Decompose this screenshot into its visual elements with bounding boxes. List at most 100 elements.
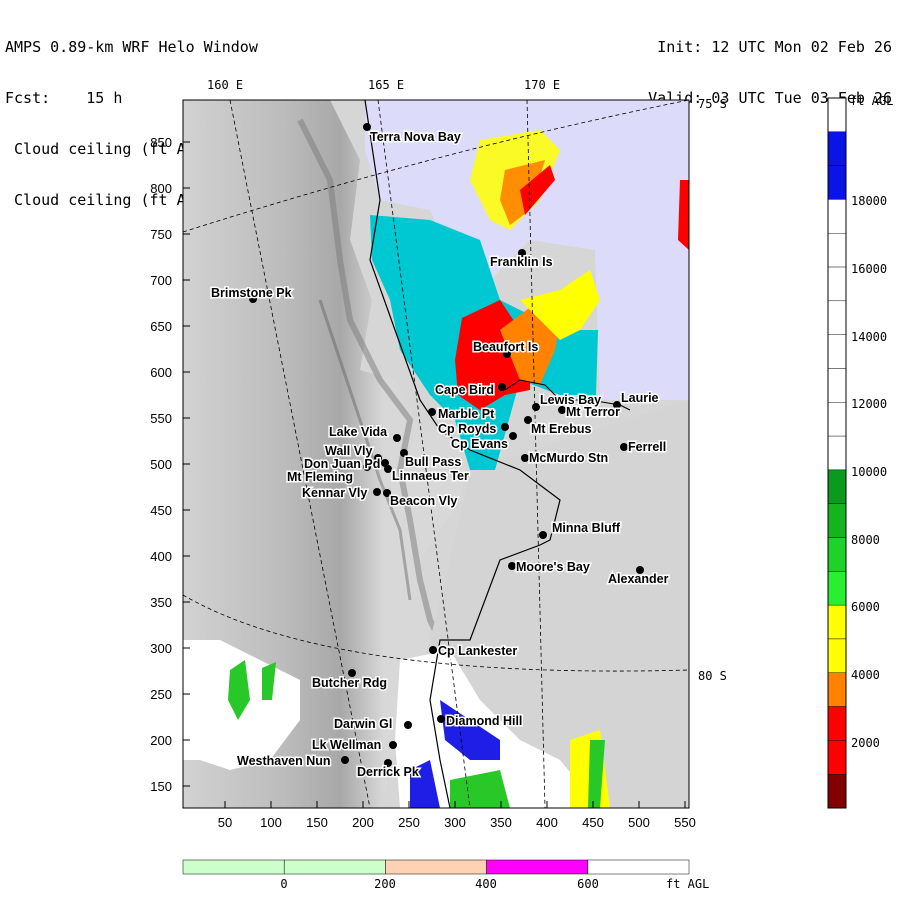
station-label-westhaven-nun: Westhaven Nun — [237, 754, 331, 768]
station-label-cp-royds: Cp Royds — [438, 422, 496, 436]
station-marker-linnaeus-ter — [381, 459, 389, 467]
lon-label-165: 165 E — [368, 78, 404, 92]
bottom-colorbar: 0 200 400 600 — [182, 859, 690, 891]
colorbar-label: 6000 — [851, 600, 880, 614]
x-tick-label: 250 — [398, 815, 420, 830]
lat-label-75: 75 S — [698, 97, 727, 111]
station-label-wall-vly: Wall Vly — [325, 444, 373, 458]
colorbar-swatch — [827, 334, 847, 369]
colorbar-label: 4000 — [851, 668, 880, 682]
x-tick-label: 100 — [260, 815, 282, 830]
lon-label-160: 160 E — [207, 78, 243, 92]
colorbar-swatch — [827, 300, 847, 335]
colorbar-label: 10000 — [851, 465, 887, 479]
bottom-bar-label: 600 — [577, 877, 599, 891]
station-marker-diamond-hill — [437, 715, 445, 723]
station-marker-lewis-bay — [532, 403, 540, 411]
colorbar-swatch — [827, 571, 847, 606]
station-label-alexander: Alexander — [608, 572, 669, 586]
station-marker-lk-wellman — [389, 741, 397, 749]
station-label-kennar-vly: Kennar Vly — [302, 486, 367, 500]
y-tick-label: 750 — [150, 227, 172, 242]
y-tick-label: 200 — [150, 733, 172, 748]
x-tick-label: 300 — [444, 815, 466, 830]
station-marker-cape-bird — [498, 383, 506, 391]
station-marker-minna-bluff — [539, 531, 547, 539]
station-label-cape-bird: Cape Bird — [435, 383, 494, 397]
y-tick-label: 300 — [150, 641, 172, 656]
station-label-derrick-pk: Derrick Pk — [357, 765, 419, 779]
station-label-cp-lankester: Cp Lankester — [438, 644, 517, 658]
colorbar-swatch — [827, 165, 847, 200]
x-tick-label: 350 — [490, 815, 512, 830]
y-tick-label: 550 — [150, 411, 172, 426]
colorbar-swatch — [827, 435, 847, 471]
x-tick-label: 450 — [582, 815, 604, 830]
station-label-lk-wellman: Lk Wellman — [312, 738, 381, 752]
station-marker-cp-royds — [501, 423, 509, 431]
x-tick-label: 150 — [306, 815, 328, 830]
station-marker-cp-evans — [509, 432, 517, 440]
colorbar-label: 8000 — [851, 533, 880, 547]
station-marker-ferrell — [620, 443, 628, 451]
y-tick-label: 700 — [150, 273, 172, 288]
bottom-bar-swatch — [486, 859, 589, 875]
station-label-franklin-is: Franklin Is — [490, 255, 553, 269]
map-figure: 50 100 150 200 250 300 350 400 450 500 550 850 800 7… — [150, 78, 893, 891]
colorbar-label: 12000 — [851, 397, 887, 411]
x-tick-label: 400 — [536, 815, 558, 830]
colorbar-swatch — [827, 368, 847, 403]
y-tick-label: 400 — [150, 549, 172, 564]
station-label-butcher-rdg: Butcher Rdg — [312, 676, 387, 690]
colorbar-unit: ft AGL — [850, 94, 893, 108]
colorbar-swatch — [827, 233, 847, 268]
station-label-linnaeus-ter: Linnaeus Ter — [392, 469, 469, 483]
station-label-brimstone-pk: Brimstone Pk — [211, 286, 292, 300]
colorbar-label: 16000 — [851, 262, 887, 276]
bottom-bar-swatch — [283, 859, 386, 875]
station-label-ferrell: Ferrell — [628, 440, 666, 454]
station-label-bull-pass: Bull Pass — [405, 455, 461, 469]
station-label-diamond-hill: Diamond Hill — [446, 714, 522, 728]
colorbar-swatch — [827, 638, 847, 673]
station-label-don-juan-pd: Don Juan Pd — [304, 457, 380, 471]
y-tick-label: 350 — [150, 595, 172, 610]
station-label-moore-s-bay: Moore's Bay — [516, 560, 590, 574]
station-marker-westhaven-nun — [341, 756, 349, 764]
station-label-mt-terror: Mt Terror — [566, 405, 620, 419]
station-label-terra-nova-bay: Terra Nova Bay — [370, 130, 461, 144]
station-label-mt-erebus: Mt Erebus — [531, 422, 591, 436]
station-label-laurie: Laurie — [621, 391, 659, 405]
station-label-mt-fleming: Mt Fleming — [287, 470, 353, 484]
lon-label-170: 170 E — [524, 78, 560, 92]
ceiling-colorbar: 18000 16000 14000 12000 10000 8000 6000 4000 200… — [827, 97, 887, 809]
bottom-bar-label: 200 — [374, 877, 396, 891]
x-tick-label: 50 — [218, 815, 232, 830]
colorbar-swatch — [827, 740, 847, 775]
colorbar-label: 18000 — [851, 194, 887, 208]
bottom-bar-swatch — [182, 859, 285, 875]
station-marker-kennar-vly — [373, 488, 381, 496]
colorbar-swatch — [827, 97, 847, 133]
x-tick-label: 200 — [352, 815, 374, 830]
colorbar-swatch — [827, 402, 847, 437]
colorbar-swatch — [827, 266, 847, 302]
colorbar-swatch — [827, 537, 847, 572]
station-label-cp-evans: Cp Evans — [451, 437, 508, 451]
y-tick-label: 250 — [150, 687, 172, 702]
bottom-bar-swatch — [587, 859, 690, 875]
station-label-mcmurdo-stn: McMurdo Stn — [529, 451, 608, 465]
y-tick-label: 600 — [150, 365, 172, 380]
station-label-darwin-gl: Darwin Gl — [334, 717, 392, 731]
station-marker-mcmurdo-stn — [521, 454, 529, 462]
colorbar-swatch — [827, 672, 847, 707]
y-tick-label: 800 — [150, 181, 172, 196]
colorbar-swatch — [827, 706, 847, 741]
colorbar-swatch — [827, 773, 847, 809]
colorbar-swatch — [827, 131, 847, 166]
bottom-bar-unit: ft AGL — [666, 877, 709, 891]
colorbar-swatch — [827, 469, 847, 504]
y-tick-label: 450 — [150, 503, 172, 518]
station-label-minna-bluff: Minna Bluff — [552, 521, 621, 535]
station-marker-darwin-gl — [404, 721, 412, 729]
